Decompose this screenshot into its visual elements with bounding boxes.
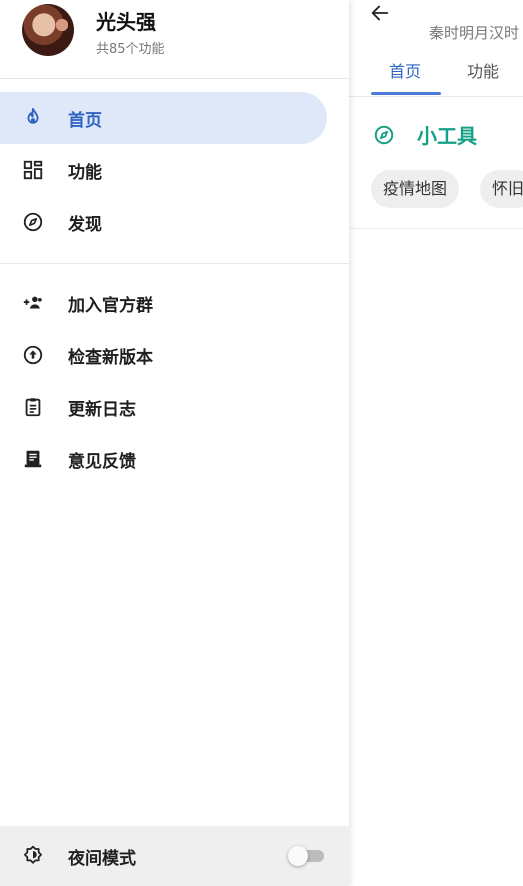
menu-item-home[interactable]: 首页	[0, 92, 349, 144]
tab-indicator	[371, 92, 441, 95]
flame-icon	[27, 107, 39, 124]
main-page: 秦时明月汉时 首页 功能 小工具 疫情地图 怀旧	[349, 0, 523, 886]
night-mode-toggle[interactable]	[288, 846, 326, 866]
menu-item-feedback[interactable]: 意见反馈	[0, 433, 349, 485]
menu-item-features[interactable]: 功能	[0, 144, 349, 196]
compass-icon	[374, 125, 394, 145]
clipboard-icon	[25, 398, 41, 417]
night-mode-row[interactable]: 夜间模式	[0, 826, 349, 886]
menu-item-label: 首页	[68, 111, 102, 131]
menu-item-label: 检查新版本	[68, 348, 153, 368]
tool-chip-nostalgia[interactable]: 怀旧	[480, 170, 523, 208]
menu-item-label: 意见反馈	[68, 452, 136, 472]
divider	[0, 263, 349, 264]
profile-header[interactable]: 光头强 共85个功能	[0, 0, 349, 78]
divider	[0, 78, 349, 79]
menu-item-label: 功能	[68, 163, 102, 183]
menu-item-label: 加入官方群	[68, 296, 153, 316]
tab-home[interactable]: 首页	[389, 58, 421, 82]
tabs-divider	[349, 96, 523, 97]
group-add-icon	[23, 296, 42, 309]
tab-features[interactable]: 功能	[467, 58, 499, 82]
feature-count: 共85个功能	[96, 42, 165, 57]
brightness-icon	[24, 845, 42, 864]
menu-item-changelog[interactable]: 更新日志	[0, 381, 349, 433]
feedback-icon	[24, 450, 42, 468]
menu-item-check-update[interactable]: 检查新版本	[0, 329, 349, 381]
menu-item-discover[interactable]: 发现	[0, 196, 349, 248]
night-mode-label: 夜间模式	[68, 849, 136, 869]
page-subtitle: 秦时明月汉时	[429, 24, 520, 42]
back-arrow-icon[interactable]	[369, 2, 391, 24]
upgrade-icon	[23, 345, 43, 365]
section-title: 小工具	[417, 124, 477, 148]
menu-item-label: 更新日志	[68, 400, 136, 420]
menu-item-join-group[interactable]: 加入官方群	[0, 277, 349, 329]
tool-chip-epidemic-map[interactable]: 疫情地图	[371, 170, 460, 208]
divider	[349, 228, 523, 229]
user-name: 光头强	[96, 10, 156, 34]
avatar[interactable]	[22, 4, 74, 56]
navigation-drawer: 光头强 共85个功能 首页 功能 发现 加入官方群 检查新版本 更新日志 意见反…	[0, 0, 349, 886]
toggle-thumb	[288, 846, 308, 866]
grid-icon	[23, 160, 43, 180]
menu-item-label: 发现	[68, 215, 102, 235]
compass-icon	[23, 212, 43, 232]
